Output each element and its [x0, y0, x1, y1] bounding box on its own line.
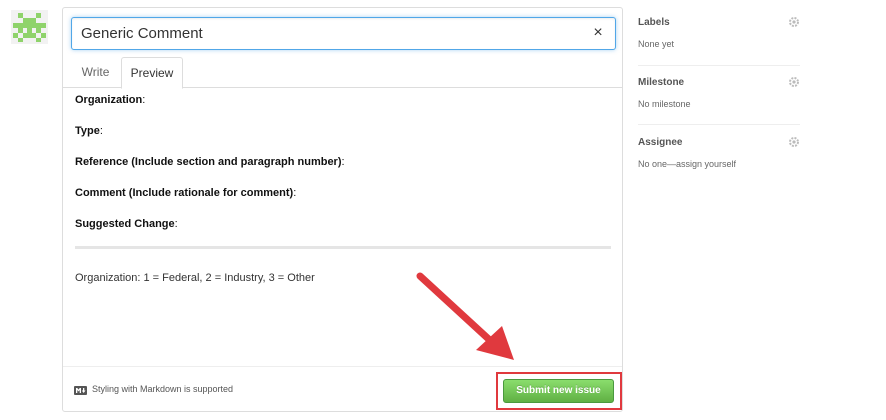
- submit-highlight-box: Submit new issue: [496, 372, 622, 410]
- submit-new-issue-button[interactable]: Submit new issue: [503, 379, 614, 403]
- avatar: [11, 10, 48, 44]
- new-issue-form: × Write Preview Organization: Type: Refe…: [62, 7, 623, 412]
- milestone-heading: Milestone: [638, 77, 685, 88]
- assignee-heading: Assignee: [638, 137, 683, 148]
- tab-write[interactable]: Write: [71, 57, 120, 88]
- field-organization: Organization:: [75, 94, 146, 106]
- milestone-value: No milestone: [638, 99, 691, 109]
- sidebar-divider: [638, 65, 800, 66]
- horizontal-rule: [75, 246, 611, 249]
- title-field[interactable]: ×: [71, 17, 616, 50]
- issue-title-input[interactable]: [81, 18, 581, 49]
- markdown-help-link[interactable]: Styling with Markdown is supported: [92, 384, 233, 394]
- sidebar-divider: [638, 124, 800, 125]
- close-icon[interactable]: ×: [591, 25, 605, 41]
- editor-tabs: Write Preview: [63, 57, 622, 89]
- labels-heading: Labels: [638, 17, 670, 28]
- tab-preview[interactable]: Preview: [121, 57, 183, 89]
- form-footer: Styling with Markdown is supported Submi…: [63, 366, 622, 411]
- field-comment: Comment (Include rationale for comment):: [75, 187, 297, 199]
- field-suggested-change: Suggested Change:: [75, 218, 178, 230]
- field-reference: Reference (Include section and paragraph…: [75, 156, 345, 168]
- gear-icon[interactable]: [788, 16, 800, 28]
- markdown-icon: [74, 386, 87, 395]
- field-type: Type:: [75, 125, 103, 137]
- gear-icon[interactable]: [788, 136, 800, 148]
- organization-note: Organization: 1 = Federal, 2 = Industry,…: [75, 272, 315, 284]
- labels-value: None yet: [638, 39, 675, 49]
- gear-icon[interactable]: [788, 76, 800, 88]
- assign-yourself-link[interactable]: No one—assign yourself: [638, 159, 736, 169]
